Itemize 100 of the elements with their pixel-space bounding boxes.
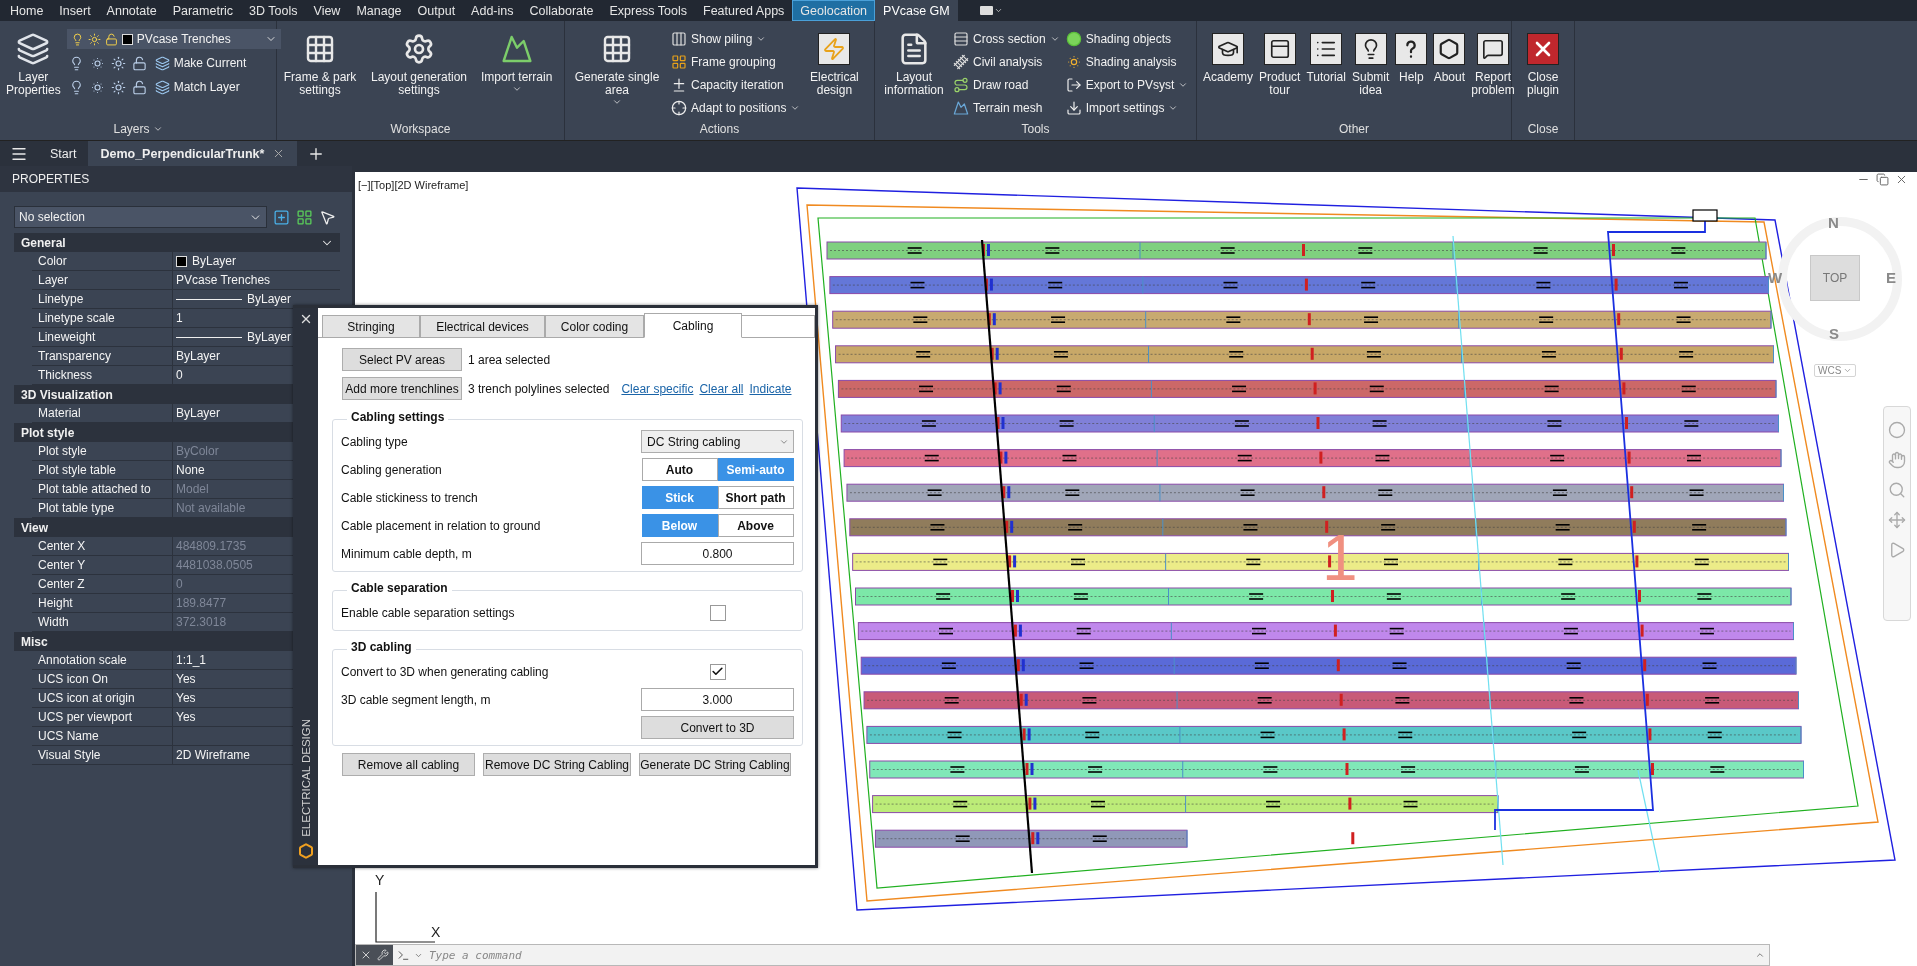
ribbon-tab[interactable]: Add-ins bbox=[463, 0, 522, 21]
ribbon-tab[interactable]: Annotate bbox=[98, 0, 165, 21]
property-label: Plot table attached to bbox=[38, 482, 151, 496]
checkbox[interactable] bbox=[709, 604, 726, 621]
number-field[interactable]: 3.000 bbox=[641, 688, 794, 711]
ribbon-tab[interactable]: Collaborate bbox=[521, 0, 602, 21]
color-swatch bbox=[176, 255, 187, 267]
panel-title: Other bbox=[1338, 121, 1370, 138]
ribbon-button[interactable]: Import settings bbox=[1063, 98, 1191, 118]
file-tab[interactable]: Start bbox=[38, 141, 89, 166]
close-icon[interactable] bbox=[1895, 173, 1908, 186]
ribbon-button[interactable]: Submit idea bbox=[1349, 29, 1392, 99]
ribbon-tab[interactable]: View bbox=[305, 0, 349, 21]
ribbon-button[interactable]: Layer Properties bbox=[4, 29, 63, 99]
layer-tool-icon[interactable] bbox=[131, 79, 147, 95]
caret-icon bbox=[152, 124, 163, 134]
link[interactable]: Clear all bbox=[699, 381, 744, 396]
checkbox[interactable] bbox=[709, 663, 726, 680]
export-icon bbox=[1065, 77, 1082, 93]
ribbon-button[interactable]: Academy bbox=[1201, 29, 1256, 86]
ribbon-button[interactable]: Capacity iteration bbox=[669, 75, 803, 95]
ribbon-button[interactable]: Generate single area bbox=[569, 29, 665, 109]
group-title: Cable separation bbox=[347, 581, 452, 595]
ribbon-button[interactable]: Close plugin bbox=[1516, 29, 1570, 99]
property-label: Plot table type bbox=[38, 501, 115, 515]
caret-icon bbox=[1049, 34, 1060, 44]
ribbon-button[interactable]: Product tour bbox=[1257, 29, 1303, 99]
action-button[interactable]: Generate DC String Cabling bbox=[639, 753, 791, 776]
property-value: Yes bbox=[176, 691, 196, 705]
tab[interactable]: Stringing bbox=[322, 315, 420, 337]
dropdown[interactable]: DC String cabling bbox=[641, 430, 794, 453]
ribbon-button[interactable]: Show piling bbox=[669, 29, 803, 49]
ribbon-button[interactable]: Layout information bbox=[879, 29, 949, 99]
ribbon-tab[interactable]: Output bbox=[409, 0, 464, 21]
select-button[interactable]: Select PV areas bbox=[342, 348, 462, 371]
tab[interactable]: Color coding bbox=[545, 315, 644, 337]
ribbon-tab[interactable]: Home bbox=[2, 0, 52, 21]
caret-icon bbox=[1168, 103, 1179, 113]
coordinate-system-menu[interactable]: WCS bbox=[1814, 364, 1857, 377]
ribbon-button[interactable]: Export to PVsyst bbox=[1063, 75, 1191, 95]
property-label: Width bbox=[38, 615, 69, 629]
selection-status: 3 trench polylines selected bbox=[468, 381, 610, 396]
ribbon-button[interactable]: Terrain mesh bbox=[951, 98, 1062, 118]
selection-dropdown[interactable]: No selection bbox=[14, 206, 267, 228]
ribbon-button[interactable]: Frame grouping bbox=[669, 52, 803, 72]
ribbon-button[interactable]: Shading objects bbox=[1063, 29, 1191, 49]
action-button[interactable]: Remove DC String Cabling bbox=[483, 753, 631, 776]
option-button[interactable]: Short path bbox=[717, 486, 794, 509]
action-button[interactable]: Remove all cabling bbox=[342, 753, 475, 776]
add-selection-icon[interactable] bbox=[273, 208, 290, 226]
ribbon-tab[interactable]: Parametric bbox=[164, 0, 242, 21]
quick-select-icon[interactable] bbox=[319, 208, 336, 226]
ribbon-button[interactable]: Report problem bbox=[1469, 29, 1517, 99]
ribbon-tab[interactable]: Geolocation bbox=[792, 0, 876, 21]
drawing-label: 1 bbox=[1322, 522, 1358, 594]
ribbon-tab[interactable]: Insert bbox=[51, 0, 99, 21]
ribbon-button[interactable]: Layout generation settings bbox=[363, 29, 475, 99]
ribbon-button[interactable]: Cross section bbox=[951, 29, 1062, 49]
prompt-icon[interactable] bbox=[397, 948, 410, 962]
restore-icon[interactable] bbox=[1876, 173, 1889, 186]
option-button[interactable]: Above bbox=[717, 514, 794, 537]
property-value: ByColor bbox=[176, 444, 219, 458]
ribbon-button[interactable]: Make Current bbox=[152, 53, 249, 73]
layer-dropdown[interactable]: PVcase Trenches bbox=[66, 29, 281, 49]
option-button[interactable]: Auto bbox=[641, 458, 718, 481]
close-icon[interactable] bbox=[360, 949, 372, 961]
ribbon-button[interactable]: Civil analysis bbox=[951, 52, 1062, 72]
ribbon-button[interactable]: Import terrain bbox=[479, 29, 555, 96]
viewport-label[interactable]: [−][Top][2D Wireframe] bbox=[358, 179, 469, 191]
ribbon-button[interactable]: Tutorial bbox=[1304, 29, 1348, 86]
linetype-sample bbox=[176, 336, 242, 338]
select-objects-icon[interactable] bbox=[296, 208, 313, 226]
panel-title[interactable]: Layers bbox=[0, 118, 276, 140]
file-tab[interactable]: Demo_PerpendicularTrunk* bbox=[88, 141, 298, 166]
road-icon bbox=[953, 77, 969, 93]
ribbon-button[interactable]: Adapt to positions bbox=[669, 98, 803, 118]
download-icon bbox=[1065, 100, 1082, 116]
number-field[interactable]: 0.800 bbox=[641, 542, 794, 565]
ribbon-tab[interactable]: 3D Tools bbox=[241, 0, 306, 21]
ribbon-tab[interactable]: Manage bbox=[348, 0, 410, 21]
setting-label: Cabling type bbox=[341, 434, 409, 449]
group-title: Cabling settings bbox=[347, 410, 449, 424]
ribbon-button[interactable]: Match Layer bbox=[152, 77, 242, 97]
tab[interactable]: Electrical devices bbox=[420, 315, 545, 337]
layer-tool-icon[interactable] bbox=[110, 79, 126, 95]
select-button[interactable]: Add more trenchlines bbox=[342, 377, 462, 400]
ribbon-button[interactable]: Electrical design bbox=[806, 29, 863, 99]
layer-tool-icon[interactable] bbox=[131, 55, 147, 71]
convert-button[interactable]: Convert to 3D bbox=[641, 716, 794, 739]
ribbon-tab[interactable]: PVcase GM bbox=[875, 0, 958, 21]
link[interactable]: Indicate bbox=[749, 381, 792, 396]
wrench-icon[interactable] bbox=[377, 949, 389, 961]
ribbon-tab[interactable]: Featured Apps bbox=[695, 0, 793, 21]
tab[interactable]: Cabling bbox=[644, 313, 742, 338]
layer-tool-icon[interactable] bbox=[110, 55, 126, 71]
ribbon-button[interactable]: Draw road bbox=[951, 75, 1062, 95]
ribbon-button[interactable]: Shading analysis bbox=[1063, 52, 1191, 72]
link[interactable]: Clear specific bbox=[621, 381, 694, 396]
ribbon-tab[interactable]: Express Tools bbox=[601, 0, 696, 21]
ribbon-button[interactable]: Frame & park settings bbox=[281, 29, 359, 99]
